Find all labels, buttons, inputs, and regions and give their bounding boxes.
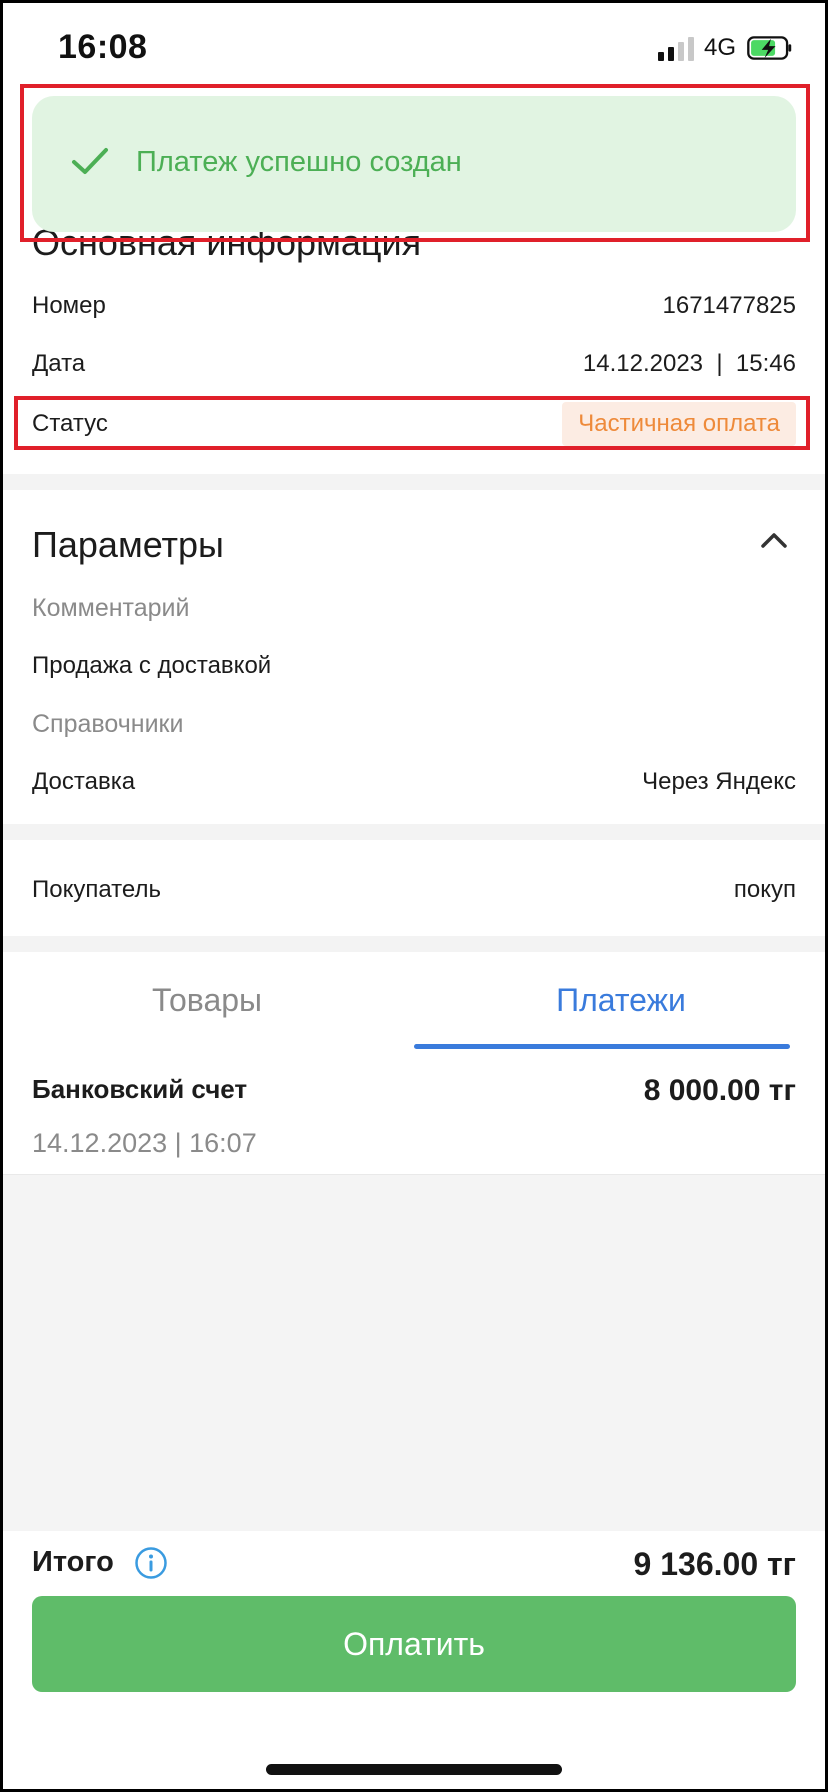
tab-bar: Товары Платежи [0,952,828,1049]
payment-method: Банковский счет [32,1074,248,1104]
comment-label: Комментарий [32,594,190,622]
date-row: Дата 14.12.2023 | 15:46 [32,350,796,390]
delivery-label: Доставка [32,768,136,795]
signal-icon [657,35,694,61]
battery-charging-icon [747,36,792,60]
directories-label: Справочники [32,710,184,738]
home-indicator[interactable] [266,1764,562,1775]
empty-list-area [0,1174,828,1531]
number-label: Номер [32,292,106,319]
number-value: 1671477825 [662,292,796,319]
status-icons: 4G [657,34,794,62]
pay-button[interactable]: Оплатить [32,1596,796,1692]
buyer-label: Покупатель [32,876,161,903]
network-type: 4G [703,34,736,61]
status-label: Статус [32,410,108,437]
toast-message: Платеж успешно создан [136,146,462,178]
date-label: Дата [32,350,86,377]
number-row: Номер 1671477825 [32,292,796,332]
date-value: 14.12.2023 | 15:46 [582,350,796,377]
chevron-up-icon[interactable] [760,530,788,550]
active-tab-indicator [414,1044,790,1049]
success-toast: Платеж успешно создан [32,96,796,232]
comment-value: Продажа с доставкой [32,652,272,679]
checkmark-icon [72,148,108,174]
total-amount: 9 136.00 тг [633,1546,796,1582]
buyer-row[interactable]: Покупатель покуп [32,876,796,916]
params-title: Параметры [32,524,224,565]
delivery-value: Через Яндекс [642,768,796,795]
status-badge: Частичная оплата [562,402,796,446]
tab-goods[interactable]: Товары [0,982,414,1019]
tab-payments[interactable]: Платежи [414,982,828,1019]
section-divider [0,824,828,840]
payment-amount: 8 000.00 тг [643,1074,796,1107]
status-bar: 16:08 4G [0,0,828,96]
total-label: Итого [32,1546,114,1578]
section-divider [0,474,828,490]
section-divider [0,936,828,952]
buyer-value: покуп [733,876,796,903]
delivery-row: Доставка Через Яндекс [32,768,796,808]
payment-date: 14.12.2023 | 16:07 [32,1128,257,1158]
info-icon[interactable] [134,1546,168,1580]
status-time: 16:08 [58,28,148,66]
status-row: Статус Частичная оплата [32,402,796,450]
